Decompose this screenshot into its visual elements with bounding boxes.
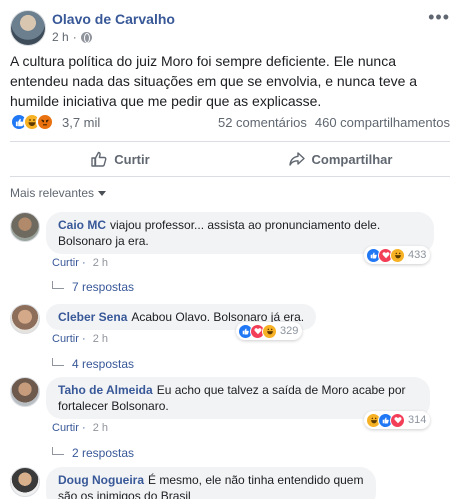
love-icon — [390, 412, 405, 428]
post-author[interactable]: Olavo de Carvalho — [52, 11, 175, 27]
post-text: A cultura política do juiz Moro foi semp… — [10, 53, 418, 109]
comment-actions: Curtir · 2 h — [52, 422, 108, 434]
reactions-summary: 3,7 mil 52 comentários 460 compartilhame… — [10, 113, 450, 131]
haha-icon — [262, 323, 277, 339]
author-avatar[interactable] — [10, 10, 46, 46]
thumbs-up-icon — [90, 150, 108, 168]
commenter-name[interactable]: Doug Nogueira — [58, 473, 144, 487]
angry-icon — [36, 113, 54, 131]
replies-count: 2 respostas — [72, 446, 135, 460]
comment-time[interactable]: 2 h — [93, 422, 108, 434]
post-meta: 2 h · — [52, 30, 92, 44]
comment-reactions[interactable]: 314 — [364, 411, 431, 429]
reply-arrow-icon — [52, 358, 64, 366]
post-header: Olavo de Carvalho 2 h · ••• — [10, 8, 450, 46]
comment-time[interactable]: 2 h — [93, 257, 108, 269]
meta-separator: · — [81, 422, 86, 434]
commenter-name[interactable]: Caio MC — [58, 218, 106, 232]
comment-sort-dropdown[interactable]: Mais relevantes — [10, 186, 107, 200]
comment: Doug Nogueira É mesmo, ele não tinha ente… — [10, 467, 450, 499]
replies-count: 4 respostas — [72, 357, 135, 371]
comment-actions: Curtir · 2 h — [52, 257, 108, 269]
commenter-name[interactable]: Cleber Sena — [58, 310, 127, 324]
more-options-icon[interactable]: ••• — [428, 8, 450, 26]
chevron-down-icon — [98, 190, 107, 196]
engagement-counts: 52 comentários 460 compartilhamentos — [218, 115, 450, 130]
view-replies-link[interactable]: 4 respostas — [52, 357, 134, 371]
meta-separator: · — [81, 333, 86, 345]
reaction-count[interactable]: 3,7 mil — [62, 115, 100, 130]
comment-text: viajou professor... assista ao pronuncia… — [58, 218, 381, 248]
like-button[interactable]: Curtir — [10, 142, 230, 176]
comment: Taho de Almeida Eu acho que talvez a saíd… — [10, 377, 450, 461]
comments-count[interactable]: 52 comentários — [218, 115, 307, 130]
comment-reactions[interactable]: 329 — [236, 322, 303, 340]
comment-reaction-count: 433 — [408, 249, 427, 261]
comment-like-link[interactable]: Curtir — [52, 422, 79, 434]
haha-icon — [390, 247, 405, 263]
comment-reactions[interactable]: 433 — [364, 246, 431, 264]
comment-actions: Curtir · 2 h — [52, 333, 108, 345]
share-button-label: Compartilhar — [311, 151, 393, 167]
meta-separator: · — [81, 257, 86, 269]
reply-arrow-icon — [52, 281, 64, 289]
comment-like-link[interactable]: Curtir — [52, 257, 79, 269]
comment: Caio MC viajou professor... assista ao pr… — [10, 212, 450, 294]
meta-separator: · — [72, 30, 77, 44]
post-action-bar: Curtir Compartilhar — [10, 141, 450, 177]
comment: Cleber Sena Acabou Olavo. Bolsonaro já er… — [10, 304, 450, 376]
share-arrow-icon — [288, 150, 306, 168]
replies-count: 7 respostas — [72, 280, 135, 294]
shares-count[interactable]: 460 compartilhamentos — [315, 115, 450, 130]
view-replies-link[interactable]: 2 respostas — [52, 446, 134, 460]
comment-reaction-count: 329 — [280, 325, 299, 337]
commenter-avatar[interactable] — [10, 212, 40, 242]
like-button-label: Curtir — [114, 151, 150, 167]
comment-like-link[interactable]: Curtir — [52, 333, 79, 345]
reaction-icons[interactable] — [10, 113, 54, 131]
commenter-avatar[interactable] — [10, 304, 40, 334]
comment-reaction-count: 314 — [408, 414, 427, 426]
commenter-avatar[interactable] — [10, 377, 40, 407]
reply-arrow-icon — [52, 447, 64, 455]
sort-label: Mais relevantes — [10, 186, 95, 200]
globe-icon — [80, 31, 92, 43]
post-time[interactable]: 2 h — [52, 30, 69, 44]
view-replies-link[interactable]: 7 respostas — [52, 280, 134, 294]
commenter-name[interactable]: Taho de Almeida — [58, 383, 153, 397]
commenter-avatar[interactable] — [10, 467, 40, 497]
comment-time[interactable]: 2 h — [93, 333, 108, 345]
comment-bubble: Doug Nogueira É mesmo, ele não tinha ente… — [46, 467, 376, 499]
share-button[interactable]: Compartilhar — [230, 142, 450, 176]
